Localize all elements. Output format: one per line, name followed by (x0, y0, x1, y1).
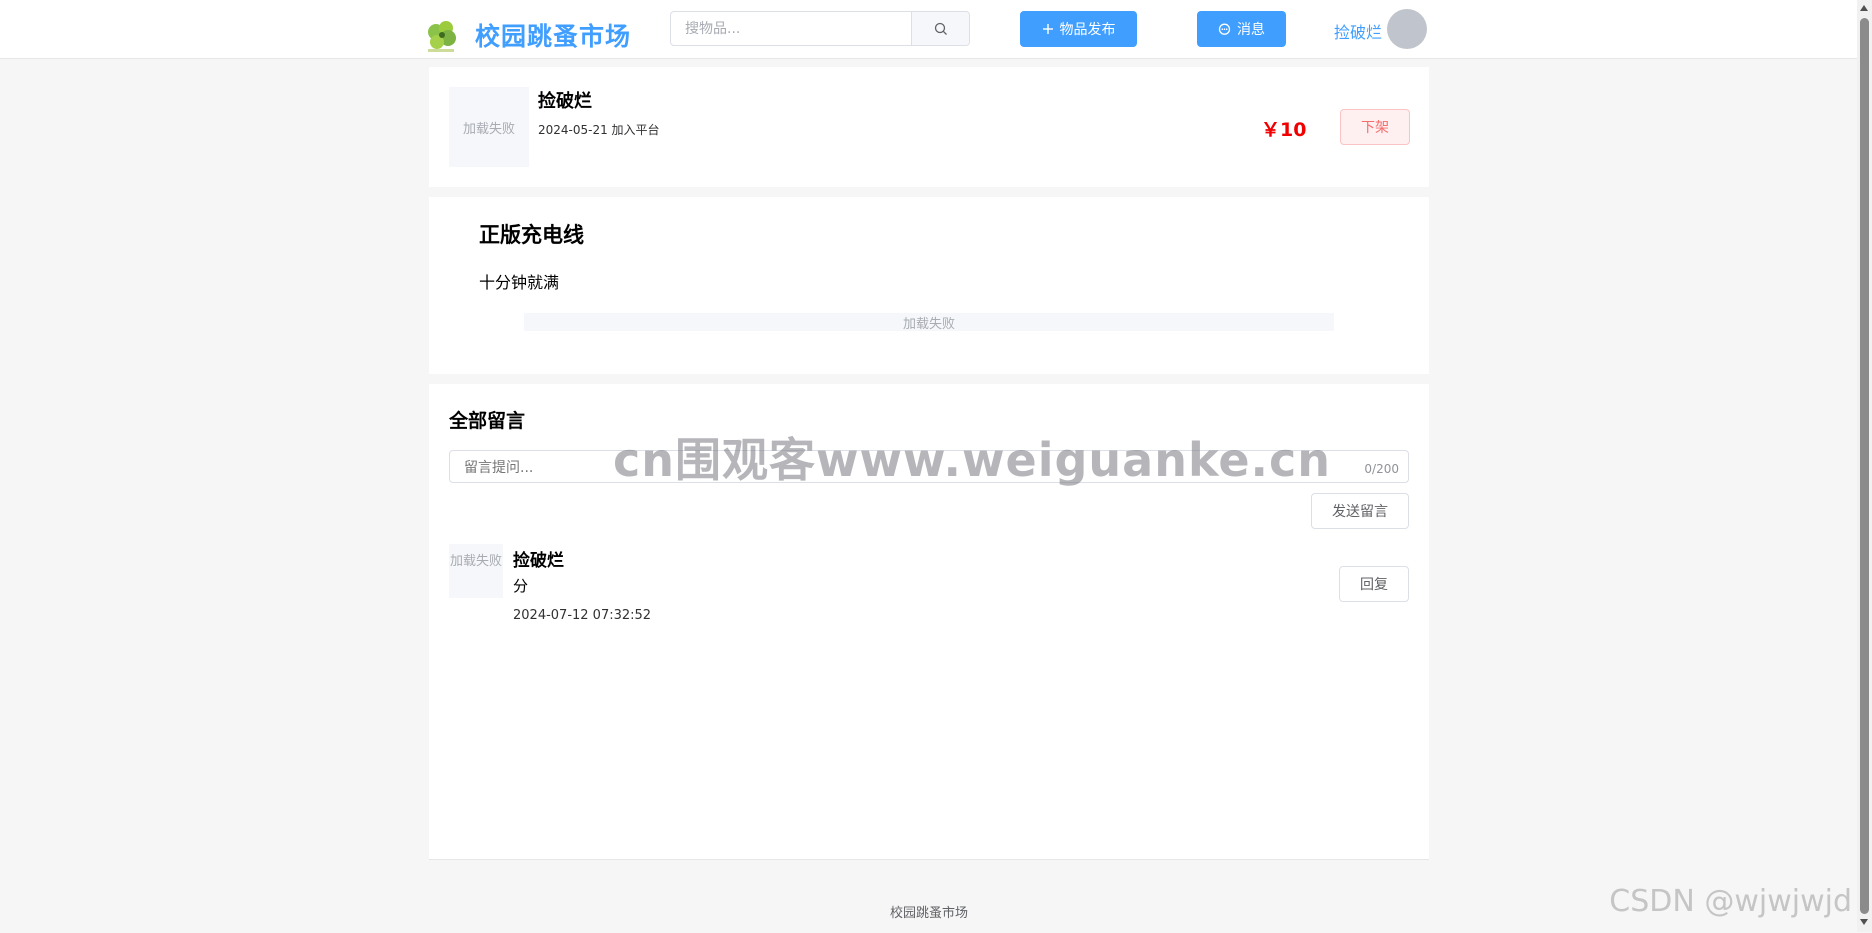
chat-bubble-icon (1218, 23, 1231, 35)
seller-joined-date: 2024-05-21 加入平台 (538, 123, 660, 137)
logo-icon (428, 21, 456, 52)
search-input[interactable] (671, 12, 941, 45)
search-box (670, 11, 970, 46)
comment-avatar: 加载失败 (449, 544, 503, 598)
seller-image: 加载失败 (449, 87, 529, 167)
search-icon (934, 22, 947, 35)
search-button[interactable] (911, 12, 969, 45)
comment-author: 捡破烂 (513, 551, 564, 571)
reply-button[interactable]: 回复 (1339, 566, 1409, 602)
user-avatar[interactable] (1387, 9, 1427, 49)
offshelf-button[interactable]: 下架 (1340, 109, 1410, 145)
top-navbar: 校园跳蚤市场 物品发布 消息 捡破烂 (0, 0, 1857, 59)
footer: 校园跳蚤市场 (429, 859, 1429, 933)
comments-title: 全部留言 (449, 410, 526, 432)
seller-name: 捡破烂 (538, 91, 592, 112)
publish-button[interactable]: 物品发布 (1020, 11, 1137, 47)
item-price: ￥10 (1261, 119, 1307, 141)
comment-item: 加载失败 捡破烂 分 2024-07-12 07:32:52 回复 (449, 544, 1409, 634)
comment-content: 分 (513, 577, 529, 595)
seller-card: 加载失败 捡破烂 2024-05-21 加入平台 ￥10 下架 (429, 67, 1429, 187)
csdn-watermark: CSDN @wjwjwjd (1609, 884, 1852, 919)
send-comment-button[interactable]: 发送留言 (1311, 493, 1409, 529)
scroll-down-arrow-icon[interactable] (1859, 918, 1869, 926)
site-brand[interactable]: 校园跳蚤市场 (475, 17, 631, 53)
footer-text: 校园跳蚤市场 (889, 906, 968, 921)
item-description: 十分钟就满 (479, 273, 560, 292)
watermark-text: cn围观客www.weiguanke.cn (613, 433, 1332, 487)
message-button-label: 消息 (1237, 22, 1265, 38)
item-image: 加载失败 (524, 313, 1334, 332)
scrollbar-thumb[interactable] (1860, 18, 1869, 914)
message-button[interactable]: 消息 (1197, 11, 1286, 47)
comment-counter: 0/200 (1364, 462, 1399, 476)
scroll-up-arrow-icon[interactable] (1859, 4, 1869, 12)
item-title: 正版充电线 (479, 223, 584, 247)
item-detail-card: 正版充电线 十分钟就满 加载失败 (429, 197, 1429, 374)
user-name-link[interactable]: 捡破烂 (1334, 19, 1382, 43)
plus-icon (1042, 24, 1053, 34)
comment-time: 2024-07-12 07:32:52 (513, 608, 652, 623)
publish-button-label: 物品发布 (1059, 22, 1116, 38)
